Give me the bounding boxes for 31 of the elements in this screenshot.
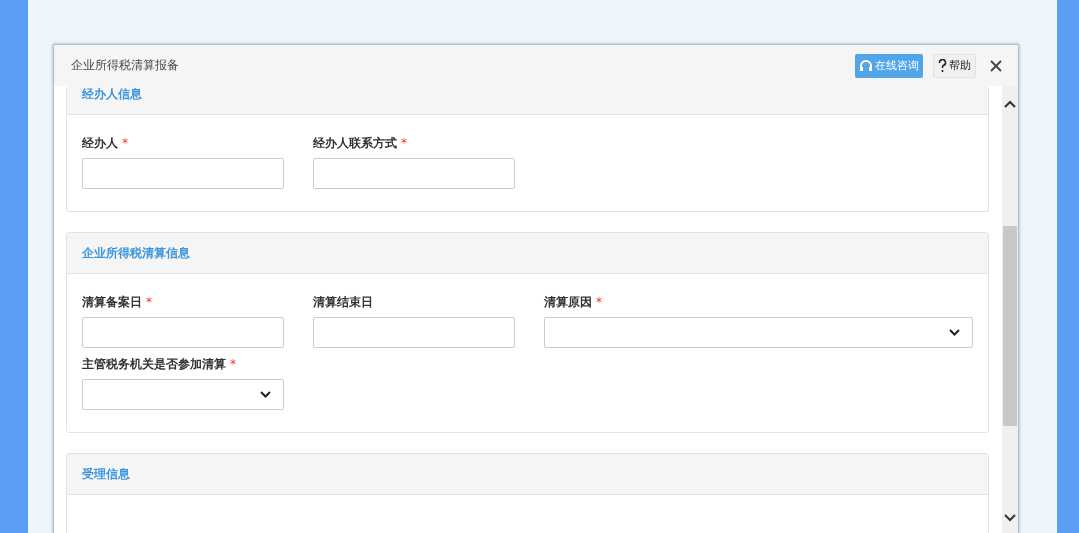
scrollbar[interactable] bbox=[1002, 86, 1018, 533]
field-label: 清算原因 bbox=[544, 294, 592, 311]
scroll-up-icon[interactable] bbox=[1004, 100, 1016, 108]
headset-icon bbox=[859, 58, 873, 73]
required-mark: * bbox=[401, 136, 407, 150]
required-mark: * bbox=[146, 295, 152, 309]
input-field[interactable] bbox=[82, 158, 284, 189]
scroll-down-icon[interactable] bbox=[1004, 514, 1016, 522]
field-label: 主管税务机关是否参加清算 bbox=[82, 356, 226, 373]
field-label: 经办人 bbox=[82, 135, 118, 152]
input-field[interactable] bbox=[313, 158, 515, 189]
section-title: 企业所得税清算信息 bbox=[82, 244, 190, 262]
chevron-down-icon bbox=[949, 329, 960, 336]
help-button[interactable]: 帮助 bbox=[933, 53, 976, 78]
field-label: 经办人联系方式 bbox=[313, 135, 397, 152]
required-mark: * bbox=[596, 295, 602, 309]
required-mark: * bbox=[230, 357, 236, 371]
field-label: 清算结束日 bbox=[313, 294, 373, 311]
field-label: 清算备案日 bbox=[82, 294, 142, 311]
select-field[interactable] bbox=[544, 317, 973, 348]
input-field[interactable] bbox=[313, 317, 515, 348]
close-button[interactable] bbox=[988, 57, 1004, 74]
required-mark: * bbox=[122, 136, 128, 150]
select-field[interactable] bbox=[82, 379, 284, 410]
section-title: 受理信息 bbox=[82, 465, 130, 483]
scroll-thumb[interactable] bbox=[1003, 226, 1017, 426]
input-field[interactable] bbox=[82, 317, 284, 348]
chevron-down-icon bbox=[260, 391, 271, 398]
section-title: 经办人信息 bbox=[82, 86, 142, 103]
dialog-title: 企业所得税清算报备 bbox=[71, 57, 179, 74]
question-icon bbox=[938, 58, 947, 73]
